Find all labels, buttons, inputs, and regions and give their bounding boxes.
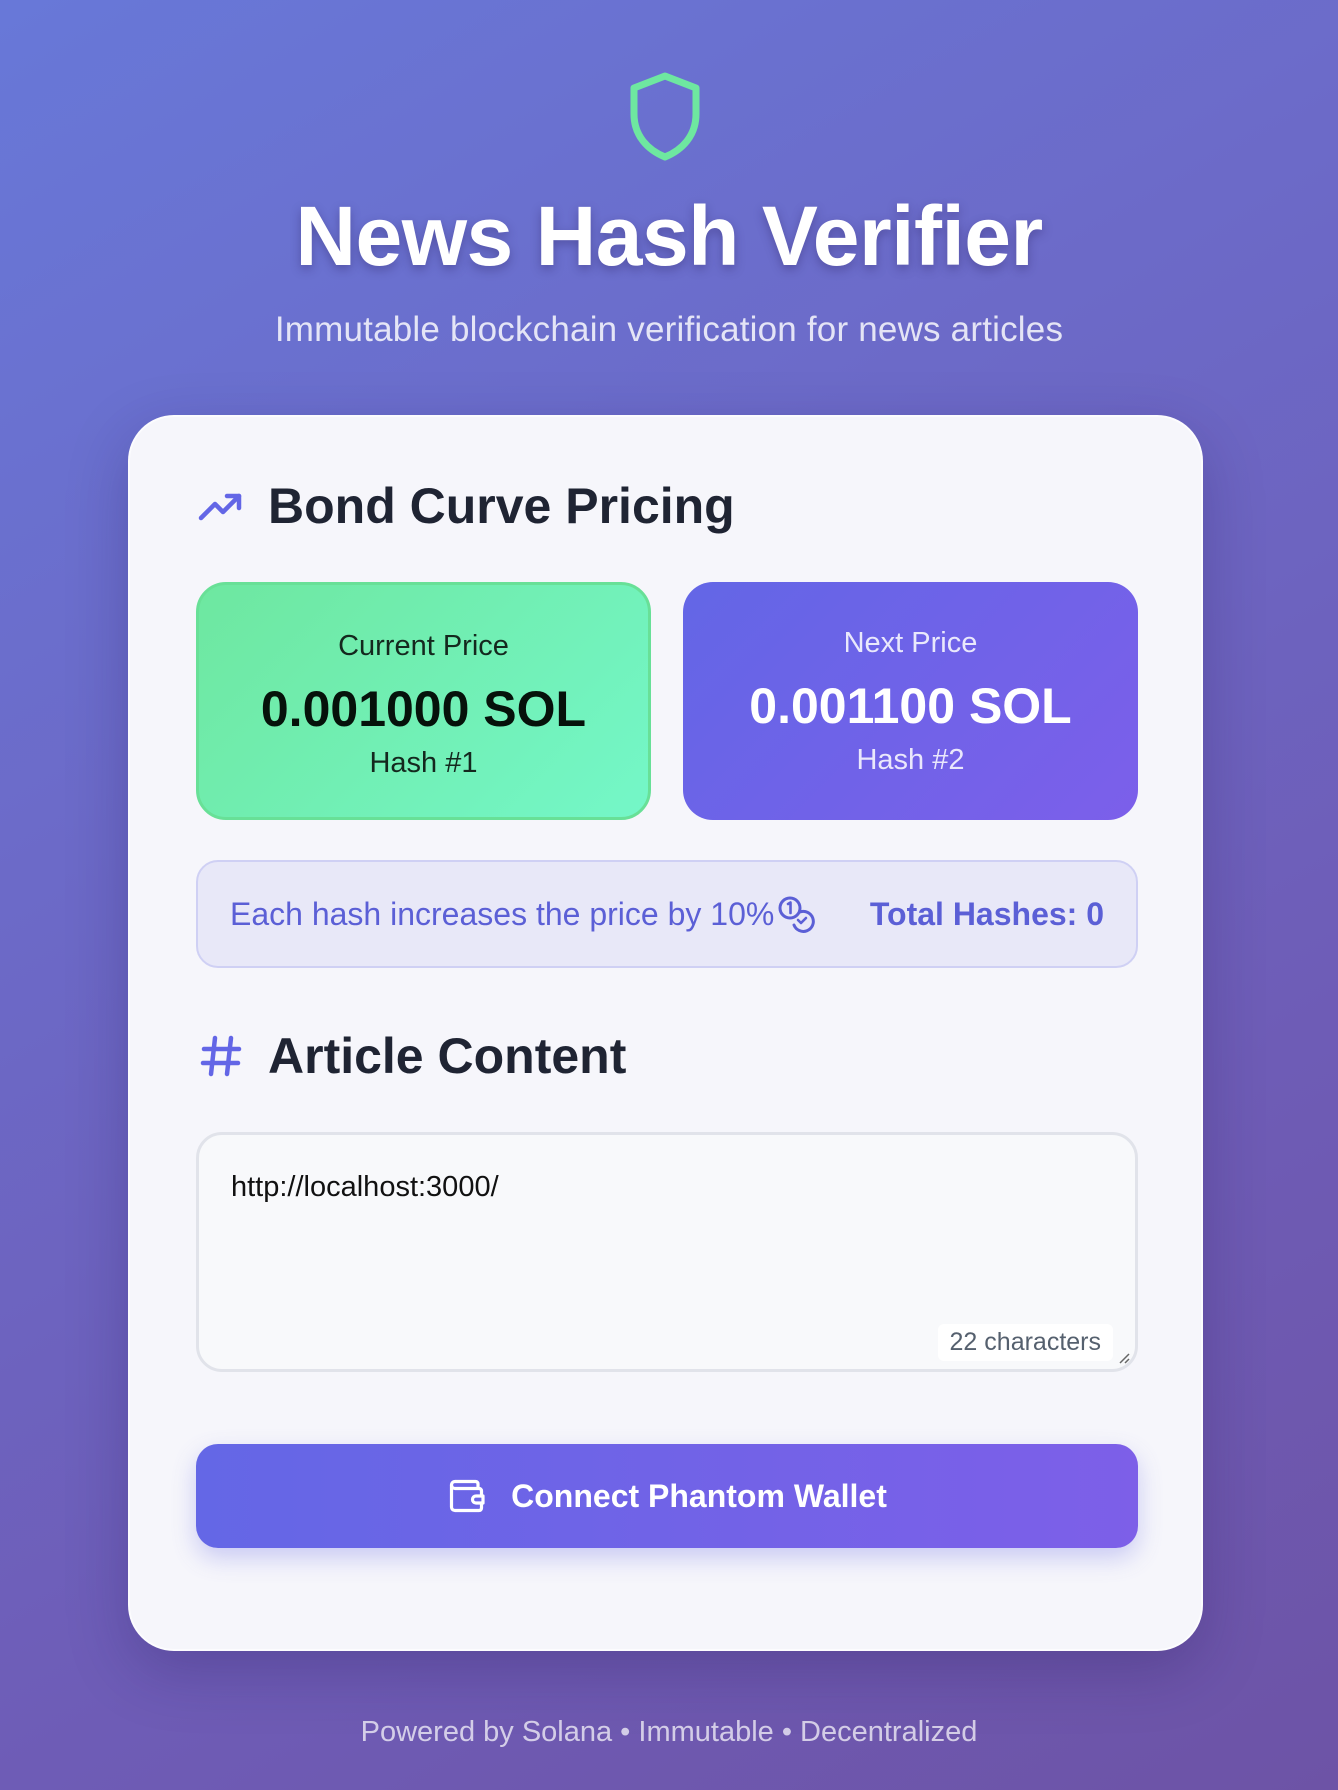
next-price-card: Next Price 0.001100 SOL Hash #2 [683,582,1138,820]
article-content-wrapper: http://localhost:3000/ 22 characters [196,1132,1138,1372]
pricing-heading: Bond Curve Pricing [268,478,735,534]
price-increase-text: Each hash increases the price by 10% [230,895,775,932]
pricing-info-bar: Each hash increases the price by 10% Tot… [196,860,1138,968]
trending-up-icon [196,481,246,531]
page-title: News Hash Verifier [295,189,1043,283]
connect-wallet-button[interactable]: Connect Phantom Wallet [196,1444,1138,1548]
wallet-icon [447,1476,487,1516]
character-count: 22 characters [937,1324,1113,1361]
total-hashes: Total Hashes: 0 [869,895,1104,932]
connect-wallet-label: Connect Phantom Wallet [511,1477,887,1514]
coins-icon [776,894,816,934]
page-subtitle: Immutable blockchain verification for ne… [274,310,1064,349]
current-price-label: Current Price [338,630,509,662]
current-price-card: Current Price 0.001000 SOL Hash #1 [196,582,651,820]
article-heading: Article Content [268,1028,627,1084]
pricing-section-header: Bond Curve Pricing [196,477,735,535]
next-price-value: 0.001100 SOL [749,678,1072,734]
next-hash-number: Hash #2 [856,744,965,776]
verifier-card: Bond Curve Pricing Current Price 0.00100… [128,415,1203,1651]
resize-handle-icon[interactable] [1115,1349,1131,1365]
hash-icon [196,1031,246,1081]
next-price-label: Next Price [843,627,978,659]
current-hash-number: Hash #1 [369,747,478,779]
article-section-header: Article Content [196,1027,626,1085]
hero-shield-icon [626,70,704,162]
footer-text: Powered by Solana • Immutable • Decentra… [360,1716,978,1748]
current-price-value: 0.001000 SOL [260,681,587,737]
